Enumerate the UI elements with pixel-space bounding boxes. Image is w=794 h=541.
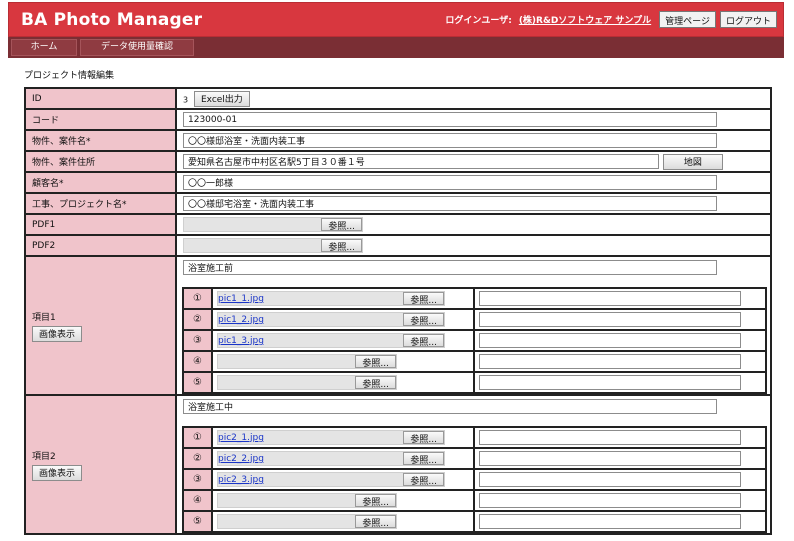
photo-number: ①: [182, 426, 213, 449]
excel-export-button[interactable]: Excel出力: [193, 90, 250, 107]
header-user-area: ログインユーザ: (株)R&Dソフトウェア サンプル 管理ページ ログアウト: [445, 11, 777, 28]
photo-file-link[interactable]: pic1_1.jpg: [218, 294, 266, 304]
app-title: BA Photo Manager: [21, 10, 203, 30]
photo-caption-input[interactable]: [479, 312, 741, 327]
photo-browse-button[interactable]: 参照...: [403, 313, 444, 327]
photo-browse-button[interactable]: 参照...: [355, 515, 396, 529]
nav-data-usage[interactable]: データ使用量確認: [80, 39, 194, 56]
photo-file-input[interactable]: pic1_3.jpg 参照...: [217, 333, 445, 348]
item-2-label-cell: 項目2 画像表示: [24, 394, 177, 535]
photo-file-link[interactable]: pic2_3.jpg: [218, 475, 266, 485]
pdf2-browse-button[interactable]: 参照...: [321, 239, 362, 253]
photo-browse-button[interactable]: 参照...: [403, 452, 444, 466]
project-name-input[interactable]: [183, 196, 717, 211]
item-1-label: 項目1: [32, 312, 56, 323]
project-name-label: 工事、プロジェクト名*: [24, 192, 177, 215]
property-name-input[interactable]: [183, 133, 717, 148]
photo-row: ④ 参照...: [182, 350, 767, 373]
item-2-view-images-button[interactable]: 画像表示: [32, 464, 83, 481]
item-1-label-cell: 項目1 画像表示: [24, 255, 177, 396]
logout-button[interactable]: ログアウト: [719, 11, 777, 28]
photo-row: ⑤ 参照...: [182, 510, 767, 533]
photo-number: ②: [182, 447, 213, 470]
photo-caption-input[interactable]: [479, 451, 741, 466]
photo-file-input[interactable]: 参照...: [217, 514, 397, 529]
login-user-label: ログインユーザ:: [445, 16, 512, 26]
photo-browse-button[interactable]: 参照...: [403, 334, 444, 348]
photo-caption-input[interactable]: [479, 430, 741, 445]
pdf2-label: PDF2: [24, 234, 177, 257]
photo-number: ⑤: [182, 371, 213, 394]
photo-browse-button[interactable]: 参照...: [355, 376, 396, 390]
photo-number: ⑤: [182, 510, 213, 533]
property-address-input[interactable]: [183, 154, 659, 169]
photo-caption-input[interactable]: [479, 472, 741, 487]
photo-row: ① pic1_1.jpg 参照...: [182, 287, 767, 310]
photo-row: ⑤ 参照...: [182, 371, 767, 394]
id-value: 3: [183, 95, 189, 104]
code-input[interactable]: [183, 112, 717, 127]
code-label: コード: [24, 108, 177, 131]
photo-file-link[interactable]: pic2_2.jpg: [218, 454, 266, 464]
page-title: プロジェクト情報編集: [24, 71, 115, 81]
pdf1-label: PDF1: [24, 213, 177, 236]
customer-input[interactable]: [183, 175, 717, 190]
item-1-title-input[interactable]: [183, 260, 717, 275]
photo-file-input[interactable]: pic2_2.jpg 参照...: [217, 451, 445, 466]
id-label: ID: [24, 87, 177, 110]
photo-file-input[interactable]: pic2_3.jpg 参照...: [217, 472, 445, 487]
photo-row: ④ 参照...: [182, 489, 767, 512]
photo-row: ③ pic2_3.jpg 参照...: [182, 468, 767, 491]
photo-browse-button[interactable]: 参照...: [355, 494, 396, 508]
photo-number: ③: [182, 468, 213, 491]
property-address-label: 物件、案件住所: [24, 150, 177, 173]
photo-caption-input[interactable]: [479, 354, 741, 369]
item-1-photo-table: ① pic1_1.jpg 参照... ② pic1_2.jpg 参照... ③ pi…: [182, 287, 767, 394]
item-1-view-images-button[interactable]: 画像表示: [32, 325, 83, 342]
photo-caption-input[interactable]: [479, 375, 741, 390]
photo-file-input[interactable]: 参照...: [217, 493, 397, 508]
photo-file-input[interactable]: 参照...: [217, 354, 397, 369]
item-2-title-input[interactable]: [183, 399, 717, 414]
item-2-label: 項目2: [32, 451, 56, 462]
project-form-table: ID 3 Excel出力 コード 物件、案件名* 物件、案件住所 地図 顧客名*…: [24, 87, 772, 535]
photo-browse-button[interactable]: 参照...: [403, 292, 444, 306]
photo-file-input[interactable]: pic1_1.jpg 参照...: [217, 291, 445, 306]
admin-page-button[interactable]: 管理ページ: [659, 11, 716, 28]
photo-file-input[interactable]: 参照...: [217, 375, 397, 390]
photo-caption-input[interactable]: [479, 493, 741, 508]
login-user-link[interactable]: (株)R&Dソフトウェア サンプル: [519, 13, 651, 26]
photo-row: ② pic2_2.jpg 参照...: [182, 447, 767, 470]
photo-number: ③: [182, 329, 213, 352]
photo-file-link[interactable]: pic2_1.jpg: [218, 433, 266, 443]
photo-number: ④: [182, 350, 213, 373]
photo-file-input[interactable]: pic2_1.jpg 参照...: [217, 430, 445, 445]
map-button[interactable]: 地図: [662, 153, 723, 170]
photo-row: ③ pic1_3.jpg 参照...: [182, 329, 767, 352]
item-2-photo-table: ① pic2_1.jpg 参照... ② pic2_2.jpg 参照... ③ pi…: [182, 426, 767, 533]
photo-caption-input[interactable]: [479, 514, 741, 529]
photo-browse-button[interactable]: 参照...: [355, 355, 396, 369]
photo-file-input[interactable]: pic1_2.jpg 参照...: [217, 312, 445, 327]
photo-number: ④: [182, 489, 213, 512]
photo-caption-input[interactable]: [479, 333, 741, 348]
photo-caption-input[interactable]: [479, 291, 741, 306]
photo-row: ② pic1_2.jpg 参照...: [182, 308, 767, 331]
pdf1-file-input[interactable]: 参照...: [183, 217, 363, 232]
photo-number: ①: [182, 287, 213, 310]
pdf1-browse-button[interactable]: 参照...: [321, 218, 362, 232]
photo-file-link[interactable]: pic1_2.jpg: [218, 315, 266, 325]
pdf2-file-input[interactable]: 参照...: [183, 238, 363, 253]
photo-row: ① pic2_1.jpg 参照...: [182, 426, 767, 449]
app-header: BA Photo Manager ログインユーザ: (株)R&Dソフトウェア サ…: [8, 2, 784, 37]
nav-home[interactable]: ホーム: [11, 39, 77, 56]
nav-bar: ホーム データ使用量確認: [8, 37, 784, 58]
photo-browse-button[interactable]: 参照...: [403, 473, 444, 487]
photo-file-link[interactable]: pic1_3.jpg: [218, 336, 266, 346]
customer-label: 顧客名*: [24, 171, 177, 194]
photo-number: ②: [182, 308, 213, 331]
photo-browse-button[interactable]: 参照...: [403, 431, 444, 445]
property-name-label: 物件、案件名*: [24, 129, 177, 152]
